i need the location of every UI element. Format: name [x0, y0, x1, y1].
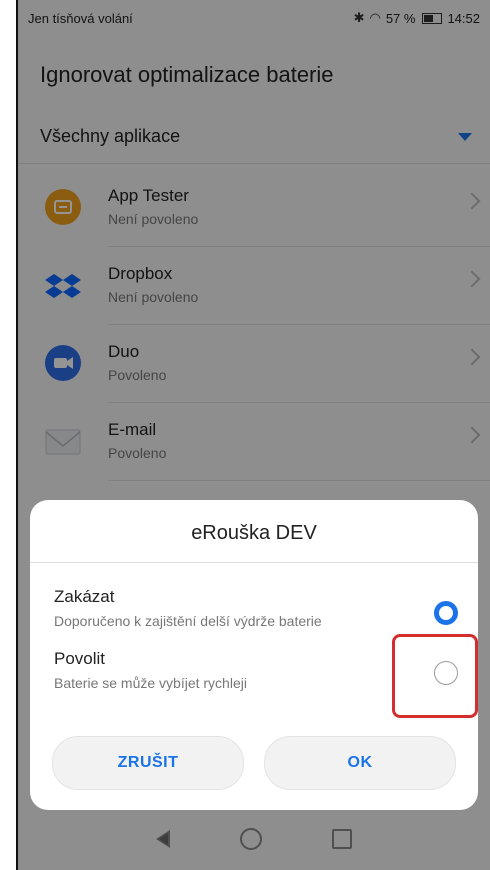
cancel-button[interactable]: ZRUŠIT — [52, 736, 244, 790]
dialog-divider — [30, 562, 478, 563]
ok-button[interactable]: OK — [264, 736, 456, 790]
highlight-box — [392, 634, 478, 718]
phone-screen: Jen tísňová volání ✱ ◠ 57 % 14:52 Ignoro… — [16, 0, 490, 870]
dialog-buttons: ZRUŠIT OK — [52, 736, 456, 790]
option-zakazat[interactable]: Zakázat Doporučeno k zajištění delší výd… — [30, 573, 478, 635]
dialog-title: eRouška DEV — [191, 522, 317, 544]
option-subtitle: Doporučeno k zajištění delší výdrže bate… — [54, 613, 322, 629]
option-title: Zakázat — [54, 587, 115, 606]
radio-selected-icon[interactable] — [434, 601, 458, 625]
battery-dialog: eRouška DEV Zakázat Doporučeno k zajiště… — [30, 500, 478, 810]
